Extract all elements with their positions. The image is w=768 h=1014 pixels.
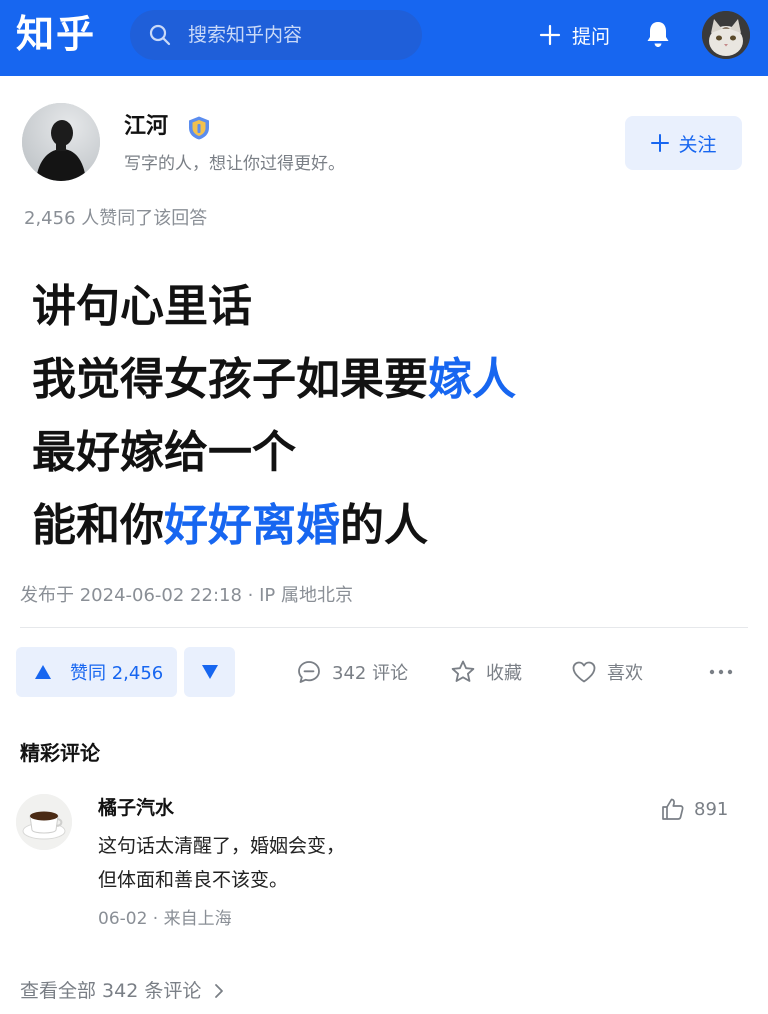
answer-line: 我觉得女孩子如果要嫁人 bbox=[32, 343, 752, 416]
vote-down-button[interactable] bbox=[184, 647, 235, 697]
follow-button[interactable]: 关注 bbox=[625, 116, 742, 170]
divider bbox=[20, 627, 748, 628]
vote-up-label: 赞同 2,456 bbox=[70, 663, 164, 684]
commenter-avatar[interactable] bbox=[16, 794, 72, 850]
top-bar: 知乎 搜索知乎内容 提问 bbox=[0, 0, 768, 76]
verified-badge-icon bbox=[189, 116, 209, 140]
comment-meta: 06-02 · 来自上海 bbox=[98, 909, 232, 929]
author-name[interactable]: 江河 bbox=[124, 112, 168, 142]
like-button[interactable]: 喜欢 bbox=[571, 655, 643, 689]
answer-line: 能和你好好离婚的人 bbox=[32, 489, 752, 562]
chevron-right-icon bbox=[215, 984, 224, 998]
answer-line: 讲句心里话 bbox=[32, 270, 752, 343]
vote-up-button[interactable]: 赞同 2,456 bbox=[16, 647, 177, 697]
view-all-comments-link[interactable]: 查看全部 342 条评论 bbox=[20, 976, 227, 1006]
agree-summary: 2,456 人赞同了该回答 bbox=[24, 208, 208, 229]
search-box[interactable]: 搜索知乎内容 bbox=[130, 10, 422, 60]
ask-button[interactable]: 提问 bbox=[538, 20, 610, 50]
answer-text: 讲句心里话 bbox=[32, 281, 252, 332]
more-icon bbox=[709, 669, 733, 675]
comment-icon bbox=[298, 661, 320, 683]
author-avatar[interactable] bbox=[22, 103, 100, 181]
author-portrait-image bbox=[22, 103, 100, 181]
bell-icon[interactable] bbox=[644, 19, 672, 49]
plus-icon bbox=[539, 24, 561, 46]
comment-text: 这句话太清醒了，婚姻会变， 但体面和善良不该变。 bbox=[98, 829, 345, 897]
zhihu-logo[interactable]: 知乎 bbox=[16, 10, 96, 58]
comment-like-button[interactable]: 891 bbox=[660, 794, 728, 824]
answer-text: 我觉得女孩子如果要 bbox=[32, 354, 428, 405]
comment-text-line: 这句话太清醒了，婚姻会变， bbox=[98, 835, 346, 857]
ask-label: 提问 bbox=[572, 25, 611, 48]
answer-text: 最好嫁给一个 bbox=[32, 427, 296, 478]
search-icon bbox=[149, 24, 171, 46]
triangle-down-icon bbox=[201, 665, 218, 679]
view-all-label: 查看全部 342 条评论 bbox=[20, 980, 202, 1002]
cat-avatar-image bbox=[702, 11, 750, 59]
like-label: 喜欢 bbox=[607, 663, 643, 684]
answer-content: 讲句心里话 我觉得女孩子如果要嫁人 最好嫁给一个 能和你好好离婚的人 bbox=[32, 270, 752, 562]
coffee-cup-image bbox=[16, 794, 72, 850]
comment-like-count: 891 bbox=[694, 798, 729, 820]
thumbs-up-icon bbox=[662, 798, 684, 820]
follow-label: 关注 bbox=[678, 133, 717, 156]
search-placeholder: 搜索知乎内容 bbox=[188, 24, 303, 46]
answer-highlight-text: 好好离婚 bbox=[164, 500, 340, 551]
comment-button[interactable]: 342 评论 bbox=[296, 655, 408, 689]
author-bio: 写字的人，想让你过得更好。 bbox=[124, 154, 345, 174]
comment-text-line: 但体面和善良不该变。 bbox=[98, 869, 289, 891]
answer-text: 的人 bbox=[340, 500, 428, 551]
answer-text: 能和你 bbox=[32, 500, 164, 551]
favorite-label: 收藏 bbox=[486, 663, 522, 684]
answer-line: 最好嫁给一个 bbox=[32, 416, 752, 489]
favorite-button[interactable]: 收藏 bbox=[450, 655, 522, 689]
plus-icon bbox=[651, 134, 670, 152]
triangle-up-icon bbox=[35, 665, 51, 679]
comments-section-title: 精彩评论 bbox=[20, 741, 100, 765]
user-avatar[interactable] bbox=[702, 11, 750, 59]
comment-label: 342 评论 bbox=[332, 663, 409, 684]
more-button[interactable] bbox=[708, 655, 734, 689]
heart-icon bbox=[572, 661, 596, 683]
star-icon bbox=[451, 660, 475, 682]
answer-highlight-text: 嫁人 bbox=[428, 354, 516, 405]
publish-meta: 发布于 2024-06-02 22:18 · IP 属地北京 bbox=[20, 585, 353, 606]
commenter-name[interactable]: 橘子汽水 bbox=[98, 794, 174, 822]
